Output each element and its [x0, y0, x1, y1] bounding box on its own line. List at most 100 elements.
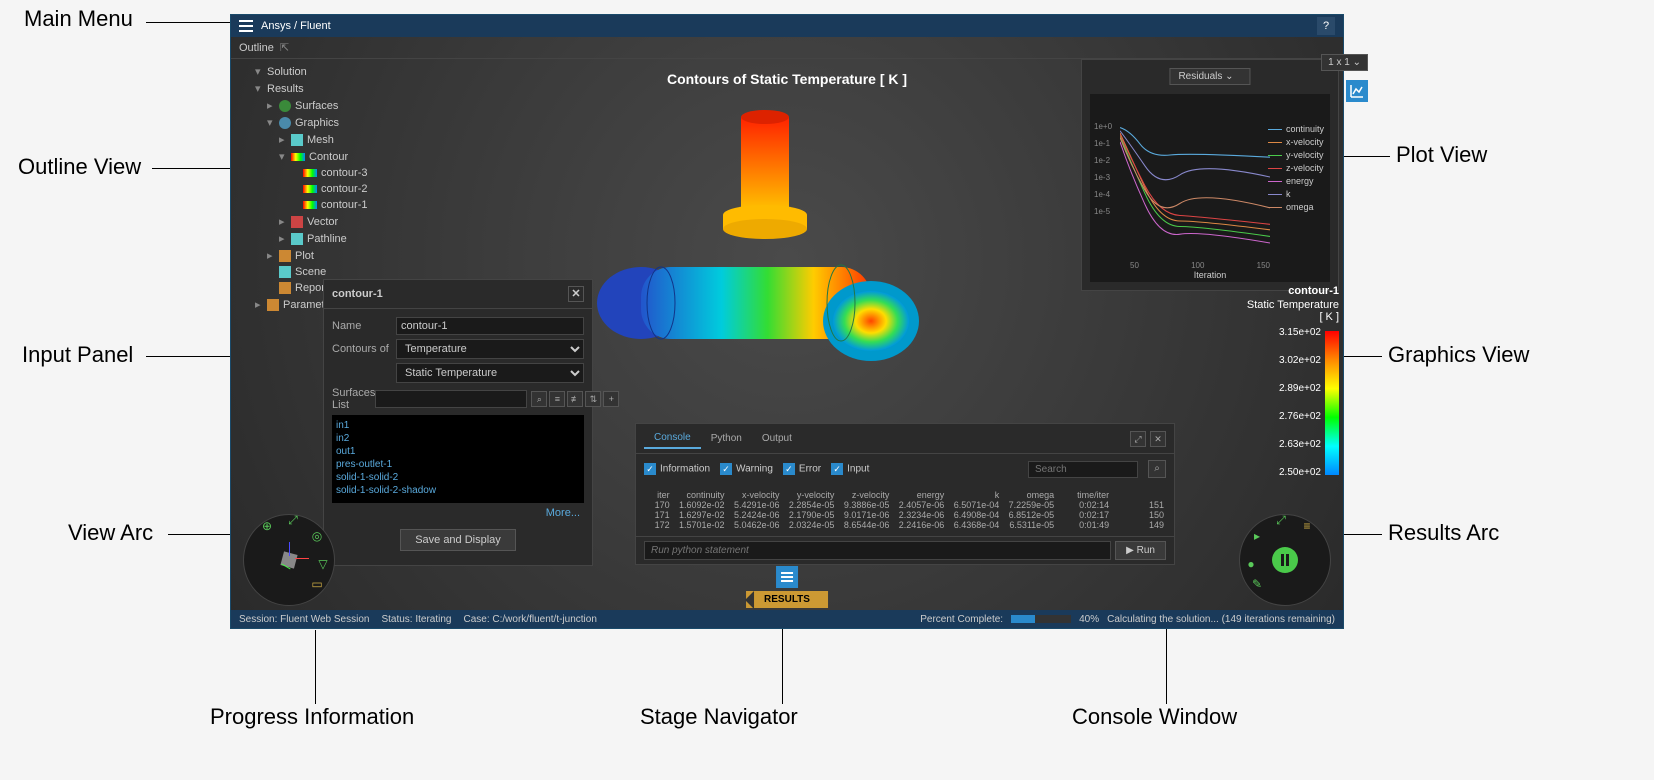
tree-item[interactable]: ▸Vector	[235, 213, 407, 230]
arc-filter-icon[interactable]: ▽	[314, 557, 332, 575]
callout-graphics-view: Graphics View	[1388, 342, 1529, 368]
arc-chart-icon[interactable]: ⤢	[284, 513, 302, 531]
console-row: 1721.5701e-025.0462e-062.0324e-058.6544e…	[646, 520, 1164, 530]
chart-icon[interactable]	[1346, 80, 1368, 102]
callout-results-arc: Results Arc	[1388, 520, 1499, 546]
tab-console[interactable]: Console	[644, 428, 701, 449]
console-body: itercontinuityx-velocityy-velocityz-velo…	[636, 484, 1174, 536]
name-input[interactable]	[396, 317, 584, 335]
filter-warning[interactable]: ✓Warning	[720, 463, 773, 475]
surface-item[interactable]: in2	[336, 432, 580, 445]
help-button[interactable]: ?	[1317, 17, 1335, 35]
filter-input[interactable]: ✓Input	[831, 463, 869, 475]
callout-line	[782, 620, 783, 704]
callout-plot-view: Plot View	[1396, 142, 1487, 168]
pause-button[interactable]	[1272, 547, 1298, 573]
plot-legend: continuity x-velocity y-velocity z-velocity…	[1268, 124, 1324, 215]
tree-item[interactable]: contour-1	[235, 197, 407, 213]
arc-globe-icon[interactable]: ⊕	[258, 519, 276, 537]
close-icon[interactable]: ✕	[1150, 431, 1166, 447]
percent-value: 40%	[1079, 614, 1099, 625]
callout-stage-nav: Stage Navigator	[640, 704, 798, 730]
surface-item[interactable]: solid-1-solid-2	[336, 471, 580, 484]
plot-x-label: Iteration	[1194, 270, 1227, 280]
tree-item[interactable]: ▸Mesh	[235, 131, 407, 148]
colorbar-unit: [ K ]	[1231, 311, 1339, 323]
tree-item[interactable]: contour-3	[235, 165, 407, 181]
surface-item[interactable]: solid-1-solid-2-shadow	[336, 484, 580, 497]
search-icon[interactable]: ⌕	[531, 391, 547, 407]
more-link[interactable]: More...	[332, 503, 584, 523]
status-status: Status: Iterating	[381, 614, 451, 625]
arc-results-icon[interactable]: ≡	[1298, 519, 1316, 537]
callout-line	[152, 168, 242, 169]
legend-item: y-velocity	[1268, 150, 1324, 160]
app-title: Ansys / Fluent	[261, 20, 331, 32]
tab-python[interactable]: Python	[701, 429, 752, 448]
legend-item: continuity	[1268, 124, 1324, 134]
run-button[interactable]: ▶ Run	[1115, 541, 1166, 560]
arc-record-icon[interactable]: ●	[1242, 557, 1260, 575]
toggle-icon[interactable]: ⇅	[585, 391, 601, 407]
expand-icon[interactable]: ⤢	[1130, 431, 1146, 447]
percent-label: Percent Complete:	[920, 614, 1003, 625]
outline-header: Outline ⇱	[231, 37, 1343, 59]
search-icon[interactable]: ⌕	[1148, 460, 1166, 478]
progress-bar	[1011, 615, 1071, 623]
legend-item: x-velocity	[1268, 137, 1324, 147]
save-display-button[interactable]: Save and Display	[400, 529, 516, 551]
status-session: Session: Fluent Web Session	[239, 614, 369, 625]
tree-item[interactable]: ▾Solution	[235, 63, 407, 80]
filter-info[interactable]: ✓Information	[644, 463, 710, 475]
colorbar-quantity: Static Temperature	[1231, 299, 1339, 311]
triad-icon[interactable]	[273, 544, 305, 576]
colorbar-labels: 3.15e+023.02e+022.89e+022.76e+022.63e+02…	[1279, 327, 1321, 495]
surfaces-list: in1in2out1pres-outlet-1solid-1-solid-2so…	[332, 415, 584, 503]
pin-icon[interactable]: ⇱	[280, 41, 289, 54]
stage-icon[interactable]	[776, 566, 798, 588]
console-search-input[interactable]	[1028, 461, 1138, 478]
tree-item[interactable]: ▸Plot	[235, 247, 407, 264]
arc-plot-icon[interactable]: ⤢	[1272, 513, 1290, 531]
main-menu-icon[interactable]	[239, 19, 253, 33]
console-input[interactable]	[644, 541, 1111, 560]
legend-item: z-velocity	[1268, 163, 1324, 173]
legend-item: energy	[1268, 176, 1324, 186]
tree-item[interactable]: contour-2	[235, 181, 407, 197]
status-case: Case: C:/work/fluent/t-junction	[464, 614, 597, 625]
tree-item[interactable]: ▸Surfaces	[235, 97, 407, 114]
stage-tab-results[interactable]: RESULTS	[746, 591, 828, 608]
titlebar: Ansys / Fluent ?	[231, 15, 1343, 37]
grid-layout-button[interactable]: 1 x 1 ⌄	[1321, 54, 1368, 71]
new-icon[interactable]: +	[603, 391, 619, 407]
plot-canvas[interactable]: 1e+01e-11e-21e-31e-41e-5 continuityx-vel…	[1090, 94, 1330, 282]
console-panel: Console Python Output ⤢ ✕ ✓Information ✓…	[635, 423, 1175, 565]
tree-item[interactable]: ▾Graphics	[235, 114, 407, 131]
surfaces-filter[interactable]	[375, 390, 527, 408]
surface-item[interactable]: out1	[336, 445, 580, 458]
close-icon[interactable]: ✕	[568, 286, 584, 302]
model-view[interactable]	[561, 103, 971, 403]
tree-item[interactable]: ▸Pathline	[235, 230, 407, 247]
plot-view: 1 x 1 ⌄ Residuals ⌄ 1e+01e-11e-21e-31e-4…	[1081, 59, 1339, 291]
tab-output[interactable]: Output	[752, 429, 802, 448]
select-all-icon[interactable]: ≡	[549, 391, 565, 407]
arc-play-icon[interactable]: ▸	[1248, 529, 1266, 547]
deselect-icon[interactable]: ≢	[567, 391, 583, 407]
surface-item[interactable]: pres-outlet-1	[336, 458, 580, 471]
tree-item[interactable]: Scene	[235, 264, 407, 280]
arc-doc-icon[interactable]: ▭	[308, 577, 326, 595]
tree-item[interactable]: ▾Contour	[235, 148, 407, 165]
arc-target-icon[interactable]: ◎	[308, 529, 326, 547]
filter-error[interactable]: ✓Error	[783, 463, 821, 475]
plot-selector[interactable]: Residuals ⌄	[1169, 68, 1250, 85]
input-panel: contour-1 ✕ Name Contours of Temperature…	[323, 279, 593, 566]
surface-item[interactable]: in1	[336, 419, 580, 432]
stage-navigator: RESULTS	[746, 566, 828, 608]
sub-select[interactable]: Static Temperature	[396, 363, 584, 383]
tree-item[interactable]: ▾Results	[235, 80, 407, 97]
panel-header: contour-1 ✕	[324, 280, 592, 309]
arc-brush-icon[interactable]: ✎	[1248, 577, 1266, 595]
contours-of-select[interactable]: Temperature	[396, 339, 584, 359]
callout-outline-view: Outline View	[18, 154, 141, 180]
